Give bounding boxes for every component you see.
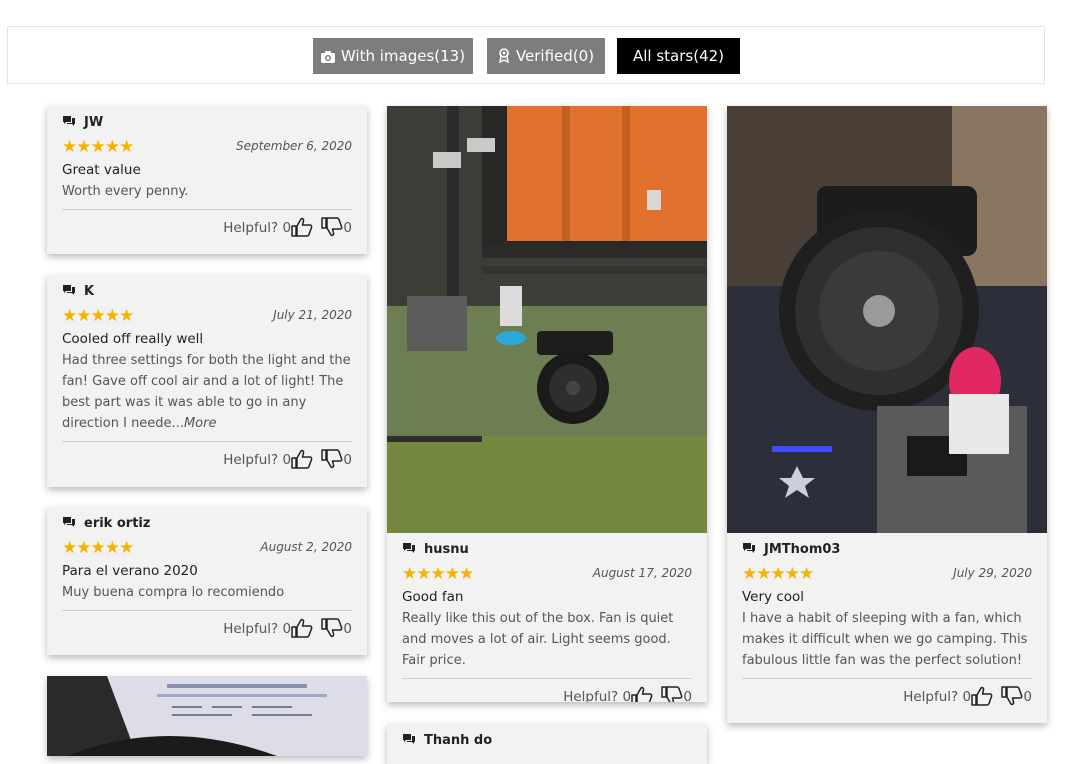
reviewer-name: K: [84, 284, 95, 299]
review-date: August 2, 2020: [260, 540, 352, 554]
review-card: husnu ★★★★★ August 17, 2020 Good fan Rea…: [387, 106, 707, 702]
helpful-label: Helpful?: [223, 220, 279, 236]
reviewer-name: JMThom03: [764, 542, 841, 557]
review-title: Great value: [62, 162, 141, 178]
verified-filter-label: Verified(0): [515, 47, 595, 65]
review-date: July 21, 2020: [273, 308, 352, 322]
review-text-content: Muy buena compra lo recomiendo: [62, 585, 285, 600]
helpful-row: Helpful? 0 0: [62, 210, 352, 246]
verified-filter-button[interactable]: Verified(0): [487, 38, 605, 74]
helpful-row: Helpful? 0 0: [742, 679, 1032, 715]
review-card: erik ortiz ★★★★★ August 2, 2020 Para el …: [47, 507, 367, 655]
star-rating: ★★★★★: [62, 137, 134, 157]
chat-bubbles-icon: [402, 733, 416, 745]
star-rating: ★★★★★: [62, 538, 134, 558]
star-rating: ★★★★★: [402, 564, 474, 584]
helpful-down-count: 0: [683, 689, 692, 702]
helpful-label: Helpful?: [903, 689, 959, 705]
thumbs-up-icon[interactable]: [291, 215, 313, 251]
review-text: Really like this out of the box. Fan is …: [402, 608, 692, 671]
review-card: JW ★★★★★ September 6, 2020 Great value W…: [47, 106, 367, 254]
helpful-down-count: 0: [343, 452, 352, 468]
thumbs-down-icon[interactable]: [321, 616, 343, 652]
chat-bubbles-icon: [62, 284, 76, 296]
reviewer-name: JW: [84, 115, 104, 130]
with-images-filter-button[interactable]: With images(13): [313, 38, 473, 74]
review-card: [47, 676, 367, 756]
helpful-label: Helpful?: [563, 689, 619, 702]
thumbs-up-icon[interactable]: [291, 447, 313, 483]
reviewer-name: Thanh do: [424, 733, 493, 748]
review-text: Worth every penny.: [62, 181, 352, 202]
reviewer-name: erik ortiz: [84, 516, 151, 531]
thumbs-down-icon[interactable]: [321, 215, 343, 251]
star-rating: ★★★★★: [742, 564, 814, 584]
review-text: Had three settings for both the light an…: [62, 350, 352, 434]
helpful-up-count: 0: [962, 689, 972, 705]
camera-icon: [320, 40, 335, 76]
reviewer-name: husnu: [424, 542, 469, 557]
helpful-row: Helpful? 0 0: [62, 442, 352, 478]
star-rating: ★★★★★: [62, 306, 134, 326]
review-photo[interactable]: [47, 676, 367, 756]
helpful-label: Helpful?: [223, 452, 279, 468]
helpful-label: Helpful?: [223, 621, 279, 637]
thumbs-up-icon[interactable]: [631, 684, 653, 702]
review-text: Muy buena compra lo recomiendo: [62, 582, 352, 603]
helpful-up-count: 0: [282, 220, 292, 236]
review-card: K ★★★★★ July 21, 2020 Cooled off really …: [47, 275, 367, 487]
helpful-up-count: 0: [282, 452, 292, 468]
review-filter-bar: With images(13) Verified(0) All stars(42…: [7, 26, 1045, 84]
review-card: Thanh do: [387, 724, 707, 764]
thumbs-down-icon[interactable]: [1001, 684, 1023, 720]
review-photo[interactable]: [387, 106, 707, 533]
award-badge-icon: [498, 40, 510, 76]
all-stars-filter-label: All stars(42): [632, 47, 725, 65]
review-text-content: I have a habit of sleeping with a fan, w…: [742, 611, 1028, 668]
helpful-up-count: 0: [282, 621, 292, 637]
read-more-link[interactable]: More: [184, 416, 217, 431]
with-images-filter-label: With images(13): [340, 47, 466, 65]
review-title: Cooled off really well: [62, 331, 204, 347]
review-date: September 6, 2020: [236, 139, 352, 153]
helpful-up-count: 0: [622, 689, 632, 702]
thumbs-down-icon[interactable]: [321, 447, 343, 483]
review-title: Good fan: [402, 589, 464, 605]
review-text-content: Really like this out of the box. Fan is …: [402, 611, 674, 668]
helpful-down-count: 0: [1023, 689, 1032, 705]
review-text-content: Worth every penny.: [62, 184, 189, 199]
review-card: JMThom03 ★★★★★ July 29, 2020 Very cool I…: [727, 106, 1047, 723]
review-text: I have a habit of sleeping with a fan, w…: [742, 608, 1032, 671]
thumbs-up-icon[interactable]: [291, 616, 313, 652]
review-photo[interactable]: [727, 106, 1047, 533]
all-stars-filter-button[interactable]: All stars(42): [617, 38, 740, 74]
review-title: Para el verano 2020: [62, 563, 198, 579]
helpful-down-count: 0: [343, 220, 352, 236]
thumbs-down-icon[interactable]: [661, 684, 683, 702]
chat-bubbles-icon: [402, 542, 416, 554]
helpful-down-count: 0: [343, 621, 352, 637]
review-date: August 17, 2020: [592, 566, 692, 580]
helpful-row: Helpful? 0 0: [62, 611, 352, 647]
review-date: July 29, 2020: [953, 566, 1032, 580]
chat-bubbles-icon: [742, 542, 756, 554]
helpful-row: Helpful? 0 0: [402, 679, 692, 702]
thumbs-up-icon[interactable]: [971, 684, 993, 720]
chat-bubbles-icon: [62, 516, 76, 528]
chat-bubbles-icon: [62, 115, 76, 127]
review-title: Very cool: [742, 589, 805, 605]
